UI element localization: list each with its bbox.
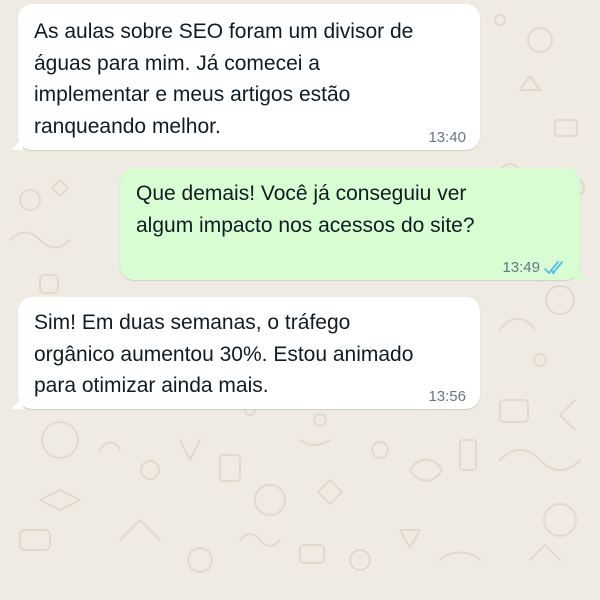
message-bubble-outgoing[interactable]: Que demais! Você já conseguiu ver algum … [120, 168, 587, 280]
message-timestamp: 13:40 [428, 129, 466, 146]
message-bubble-incoming[interactable]: Sim! Em duas semanas, o tráfego orgânico… [11, 297, 480, 409]
message-text: Que demais! Você já conseguiu ver algum … [136, 182, 475, 237]
double-check-read-icon [544, 260, 563, 274]
bubble-tail [575, 268, 587, 280]
bubble-tail [11, 138, 23, 150]
message-text: As aulas sobre SEO foram um divisor de á… [34, 20, 414, 138]
message-meta: 13:49 [502, 259, 568, 276]
message-meta: 13:40 [428, 129, 466, 146]
bubble-tail [11, 397, 23, 409]
message-meta: 13:56 [428, 388, 466, 405]
message-timestamp: 13:56 [428, 388, 466, 405]
message-bubble-incoming[interactable]: As aulas sobre SEO foram um divisor de á… [11, 4, 480, 150]
message-text: Sim! Em duas semanas, o tráfego orgânico… [34, 311, 414, 397]
chat-background: As aulas sobre SEO foram um divisor de á… [0, 0, 600, 600]
message-timestamp: 13:49 [502, 259, 540, 276]
